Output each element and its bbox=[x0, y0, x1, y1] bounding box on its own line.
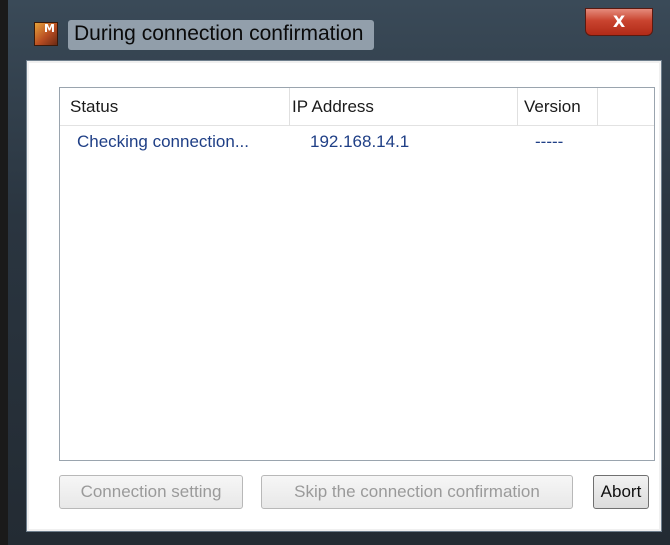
column-header-status[interactable]: Status bbox=[60, 88, 290, 126]
connection-setting-button[interactable]: Connection setting bbox=[59, 475, 243, 509]
connection-list[interactable]: Status IP Address Version Checking conne… bbox=[59, 87, 655, 461]
window-title: During connection confirmation bbox=[68, 20, 374, 50]
skip-confirmation-button[interactable]: Skip the connection confirmation bbox=[261, 475, 573, 509]
status-cell: Checking connection... bbox=[77, 132, 249, 151]
column-header-ip-address[interactable]: IP Address bbox=[290, 88, 518, 126]
dialog-body: Status IP Address Version Checking conne… bbox=[29, 63, 659, 529]
dialog-window: M During connection confirmation X Statu… bbox=[0, 0, 670, 545]
dialog-client-area: Status IP Address Version Checking conne… bbox=[26, 60, 662, 532]
close-button[interactable]: X bbox=[585, 8, 653, 36]
list-row[interactable]: Checking connection... 192.168.14.1 ----… bbox=[60, 128, 654, 156]
abort-button[interactable]: Abort bbox=[593, 475, 649, 509]
list-header: Status IP Address Version bbox=[60, 88, 654, 126]
app-icon: M bbox=[34, 22, 58, 46]
title-bar[interactable]: M During connection confirmation X bbox=[8, 0, 670, 56]
version-cell: ----- bbox=[535, 132, 564, 151]
column-header-version[interactable]: Version bbox=[518, 88, 598, 126]
ip-address-cell: 192.168.14.1 bbox=[310, 132, 410, 151]
